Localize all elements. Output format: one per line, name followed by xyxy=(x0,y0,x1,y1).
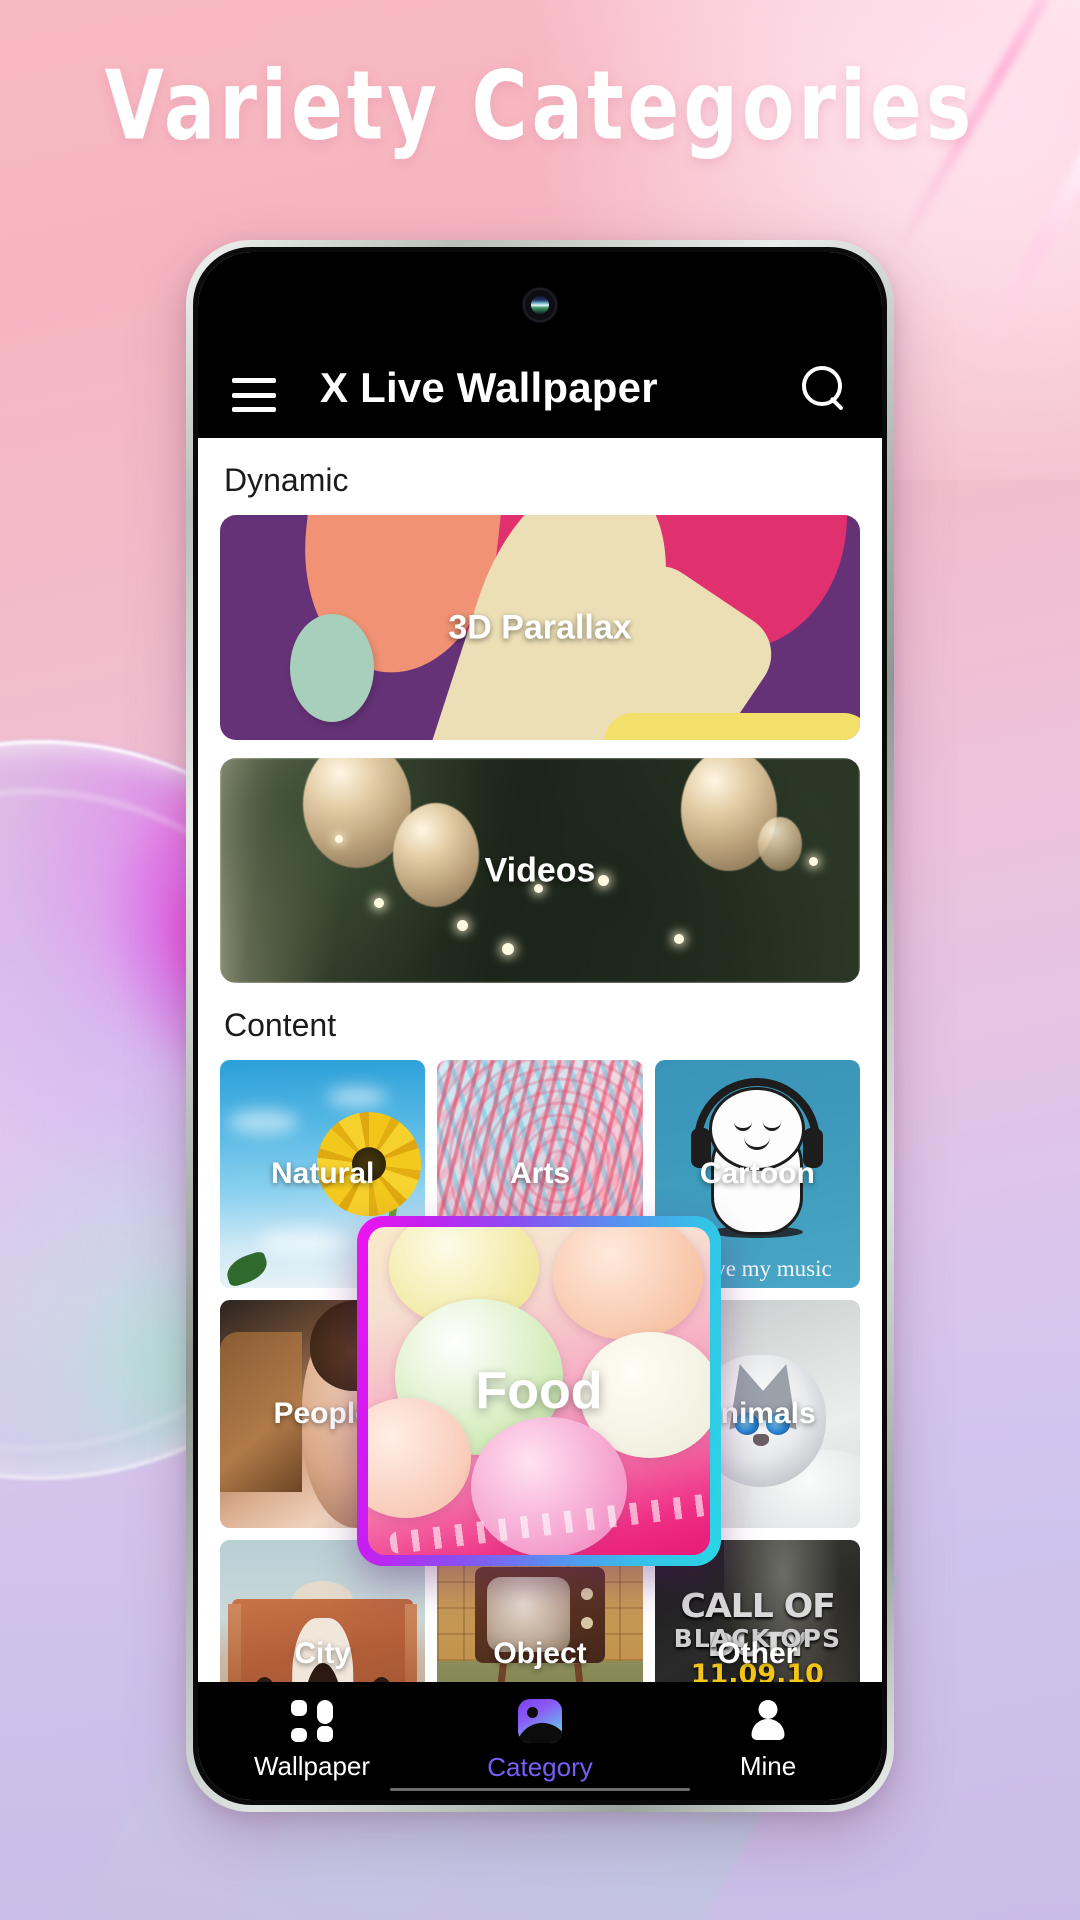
bottom-navigation: Wallpaper Category Mine xyxy=(198,1682,882,1800)
macaron xyxy=(552,1227,703,1340)
highlighted-food-label: Food xyxy=(475,1362,603,1420)
flower-core xyxy=(352,1147,387,1182)
nav-label-category: Category xyxy=(487,1752,593,1782)
cloud xyxy=(256,1228,347,1255)
light-bulb xyxy=(808,857,818,866)
nav-item-category[interactable]: Category xyxy=(426,1699,654,1783)
grid-icon xyxy=(291,1700,333,1742)
app-bar: X Live Wallpaper xyxy=(198,252,882,438)
phone-mockup: X Live Wallpaper Dynamic 3D Parallax Vid… xyxy=(186,240,894,1812)
tv-leg-right xyxy=(574,1663,597,1682)
light-bulb xyxy=(533,884,543,893)
headphone-cup-right xyxy=(803,1128,824,1169)
retro-tv xyxy=(474,1567,605,1664)
phone-bezel: X Live Wallpaper Dynamic 3D Parallax Vid… xyxy=(193,247,887,1805)
search-icon[interactable] xyxy=(800,364,848,412)
image-icon xyxy=(518,1699,562,1743)
light-bulb xyxy=(501,942,514,955)
cloud xyxy=(228,1110,299,1135)
tv-knob xyxy=(581,1588,594,1601)
nav-item-mine[interactable]: Mine xyxy=(654,1700,882,1782)
tv-leg-left xyxy=(484,1663,507,1682)
light-bulb xyxy=(456,920,468,931)
app-title: X Live Wallpaper xyxy=(320,364,658,411)
parallax-shape-yellow xyxy=(604,713,860,740)
hamburger-menu-icon[interactable] xyxy=(232,378,276,412)
highlighted-food-card[interactable]: Food xyxy=(357,1216,721,1566)
minaret-right xyxy=(404,1603,418,1682)
parallax-shape-mint-circle xyxy=(290,614,375,722)
tv-knob xyxy=(581,1617,594,1630)
cloud xyxy=(326,1087,387,1108)
poster-subtitle: BLACK OPS xyxy=(673,1624,841,1654)
sofa xyxy=(220,1331,303,1492)
yellow-flower xyxy=(317,1112,422,1217)
nav-label-wallpaper: Wallpaper xyxy=(253,1751,371,1781)
section-title-dynamic: Dynamic xyxy=(224,462,349,498)
headphone-cup-left xyxy=(691,1128,712,1169)
section-title-content: Content xyxy=(224,1007,337,1043)
gold-bauble xyxy=(757,816,802,871)
nav-item-wallpaper[interactable]: Wallpaper xyxy=(198,1700,426,1782)
card-videos[interactable]: Videos xyxy=(220,758,860,983)
light-bulb xyxy=(373,897,384,908)
highlighted-food-artwork: Food xyxy=(368,1227,710,1555)
minaret-left xyxy=(228,1603,241,1682)
gesture-home-indicator[interactable] xyxy=(390,1788,690,1791)
nav-label-mine: Mine xyxy=(739,1751,797,1781)
light-bulb xyxy=(335,834,344,843)
parallax-artwork xyxy=(220,515,860,740)
cat-eye-right xyxy=(766,1412,791,1435)
cat-eye-left xyxy=(735,1412,760,1435)
poster-date: 11.09.10 xyxy=(690,1658,824,1682)
headphone-band-icon xyxy=(694,1078,821,1155)
light-bulb xyxy=(674,933,685,944)
gold-bauble xyxy=(392,803,479,907)
light-bulb xyxy=(597,875,609,886)
person-icon xyxy=(748,1700,788,1742)
tv-screen xyxy=(486,1576,570,1652)
promo-headline: Variety Categories xyxy=(104,52,976,162)
cat-nose xyxy=(753,1433,770,1446)
front-camera-punch-hole xyxy=(525,290,555,320)
videos-artwork xyxy=(220,758,860,983)
phone-screen: X Live Wallpaper Dynamic 3D Parallax Vid… xyxy=(198,252,882,1800)
card-3d-parallax[interactable]: 3D Parallax xyxy=(220,515,860,740)
green-leaf xyxy=(223,1250,271,1288)
